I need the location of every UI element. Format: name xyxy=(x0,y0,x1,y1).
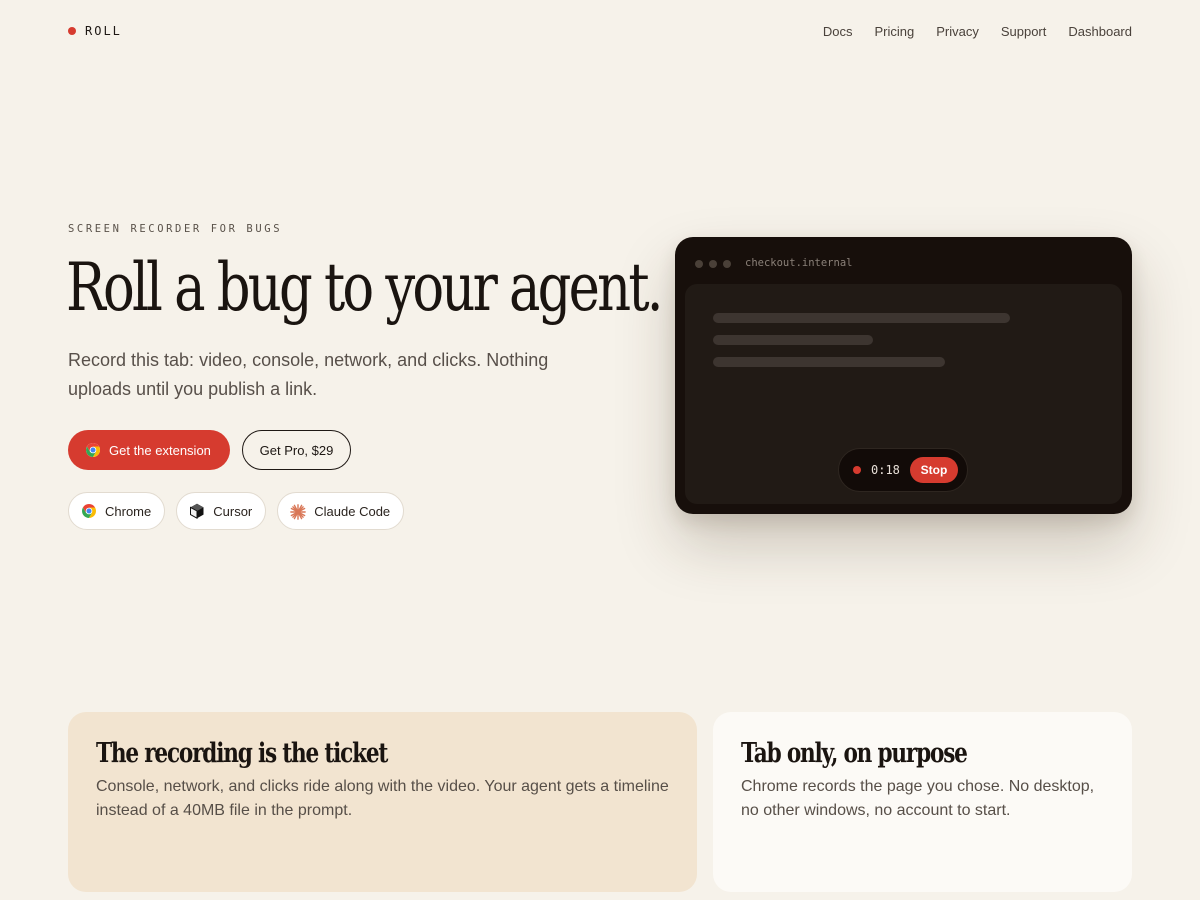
claude-icon xyxy=(290,503,307,520)
get-extension-label: Get the extension xyxy=(109,442,211,458)
top-nav: ROLL Docs Pricing Privacy Support Dashbo… xyxy=(0,0,1200,64)
feature-card-recording: The recording is the ticket Console, net… xyxy=(68,712,697,892)
feature-card-body: Console, network, and clicks ride along … xyxy=(96,778,669,819)
nav-link-docs[interactable]: Docs xyxy=(823,24,853,39)
recording-dot-icon xyxy=(853,466,861,474)
hero-subline: Record this tab: video, console, network… xyxy=(68,350,549,399)
window-dot-icon xyxy=(723,260,731,268)
window-dot-icon xyxy=(709,260,717,268)
recording-timer: 0:18 xyxy=(871,463,900,477)
get-extension-button[interactable]: Get the extension xyxy=(68,430,230,470)
nav-links: Docs Pricing Privacy Support Dashboard xyxy=(823,24,1132,39)
integration-chips: Chrome Cursor Claude Code xyxy=(68,492,405,530)
nav-link-dashboard[interactable]: Dashboard xyxy=(1068,24,1132,39)
feature-card-title: The recording is the ticket xyxy=(96,738,388,769)
nav-link-privacy[interactable]: Privacy xyxy=(936,24,979,39)
feature-card-body: Chrome records the page you chose. No de… xyxy=(741,778,1095,819)
chip-claude-code[interactable]: Claude Code xyxy=(277,492,405,530)
chip-chrome-label: Chrome xyxy=(105,503,152,519)
feature-card-tab-only: Tab only, on purpose Chrome records the … xyxy=(713,712,1132,892)
window-url: checkout.internal xyxy=(745,257,853,269)
feature-card-title: Tab only, on purpose xyxy=(741,738,968,769)
stop-button[interactable]: Stop xyxy=(910,457,958,483)
chrome-icon xyxy=(81,503,97,519)
skeleton-line xyxy=(713,357,945,367)
window-content: 0:18 Stop xyxy=(685,284,1122,504)
hero-headline: Roll a bug to your agent. xyxy=(66,249,664,326)
get-pro-button[interactable]: Get Pro, $29 xyxy=(242,430,351,470)
window-controls xyxy=(695,260,731,268)
brand-dot-icon xyxy=(68,27,76,35)
brand-logo[interactable]: ROLL xyxy=(68,24,122,38)
chip-cursor[interactable]: Cursor xyxy=(176,492,267,530)
recorder-window-mockup: checkout.internal 0:18 Stop xyxy=(675,237,1132,514)
hero-eyebrow: SCREEN RECORDER FOR BUGS xyxy=(68,223,283,235)
nav-link-support[interactable]: Support xyxy=(1001,24,1047,39)
chip-claude-code-label: Claude Code xyxy=(314,503,391,519)
chrome-icon xyxy=(85,442,101,458)
recording-pill: 0:18 Stop xyxy=(838,448,968,492)
get-pro-label: Get Pro, $29 xyxy=(259,442,334,458)
cursor-icon xyxy=(189,503,205,519)
skeleton-line xyxy=(713,335,873,345)
brand-name: ROLL xyxy=(85,24,122,38)
window-dot-icon xyxy=(695,260,703,268)
skeleton-line xyxy=(713,313,1010,323)
chip-chrome[interactable]: Chrome xyxy=(68,492,166,530)
nav-link-pricing[interactable]: Pricing xyxy=(874,24,914,39)
chip-cursor-label: Cursor xyxy=(213,503,253,519)
